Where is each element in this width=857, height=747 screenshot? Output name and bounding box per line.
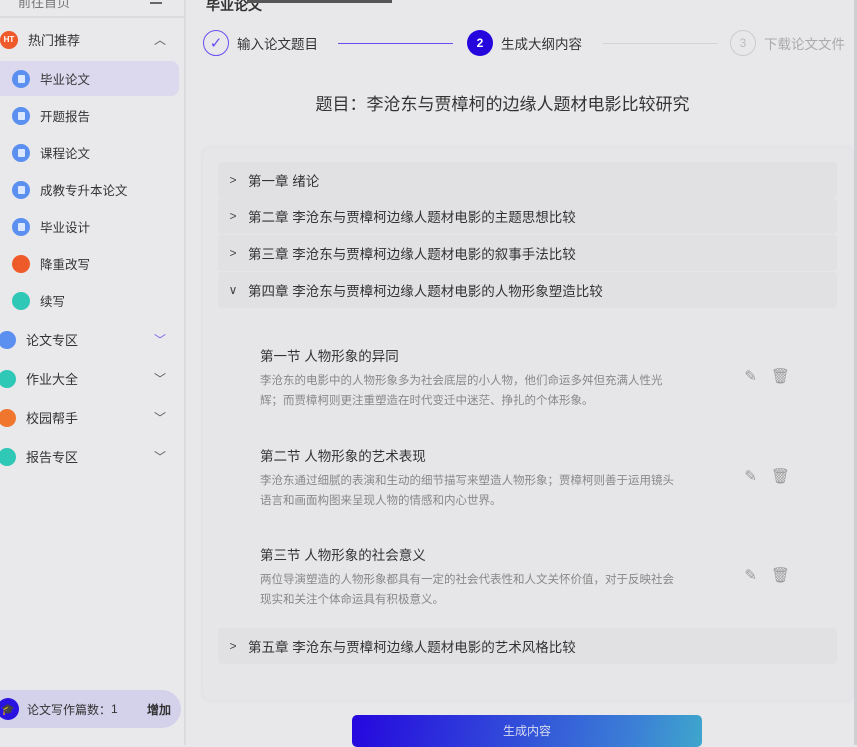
chevron-down-icon: ﹀ bbox=[153, 411, 166, 425]
section-title: 第一节 人物形象的异同 bbox=[260, 349, 399, 364]
fire-icon: HT bbox=[0, 30, 18, 49]
chapter-title: 第二章 李沧东与贾樟柯边缘人题材电影的主题思想比较 bbox=[248, 210, 576, 225]
section-desc: 两位导演塑造的人物形象都具有一定的社会代表性和人文关怀价值，对于反映社会现实和关… bbox=[260, 574, 674, 606]
step-number: 2 bbox=[467, 30, 493, 56]
document-icon bbox=[12, 143, 30, 162]
sidebar-item-graduation-design[interactable]: 毕业设计 bbox=[0, 209, 179, 244]
chevron-right-icon: > bbox=[229, 246, 237, 260]
step-3: 3 下载论文文件 bbox=[730, 30, 845, 56]
sidebar-item-rewrite[interactable]: 降重改写 bbox=[0, 246, 179, 281]
chevron-down-icon: ﹀ bbox=[153, 372, 166, 386]
home-link-label: 前往首页 bbox=[18, 0, 71, 10]
book-icon bbox=[0, 369, 16, 388]
trash-icon[interactable]: 🗑 bbox=[771, 467, 790, 485]
stepper: ✓ 输入论文题目 2 生成大纲内容 3 下载论文文件 bbox=[203, 30, 857, 60]
item-label: 降重改写 bbox=[40, 258, 91, 272]
chapter-row[interactable]: > 第三章 李沧东与贾樟柯边缘人题材电影的叙事手法比较 bbox=[218, 235, 837, 271]
section-item: 第一节 人物形象的异同李沧东的电影中的人物形象多为社会底层的小人物，他们命运多舛… bbox=[260, 345, 810, 411]
group-paper-zone[interactable]: 论文专区 ﹀ bbox=[0, 320, 184, 359]
item-label: 毕业设计 bbox=[40, 221, 91, 235]
group-label: 热门推荐 bbox=[28, 33, 81, 48]
chapter-title: 第五章 李沧东与贾樟柯边缘人题材电影的艺术风格比较 bbox=[248, 640, 576, 655]
document-icon bbox=[0, 330, 16, 349]
fire-icon bbox=[12, 254, 30, 273]
check-icon: ✓ bbox=[203, 30, 229, 56]
edit-icon[interactable]: ✎ bbox=[744, 467, 757, 485]
overlay-bar bbox=[247, 0, 392, 3]
sidebar-item-graduation-thesis[interactable]: 毕业论文 bbox=[0, 61, 179, 96]
sidebar-item-continue[interactable]: 续写 bbox=[0, 283, 179, 318]
document-icon bbox=[12, 217, 30, 236]
sidebar-item-course-paper[interactable]: 课程论文 bbox=[0, 135, 179, 170]
edit-icon[interactable]: ✎ bbox=[744, 566, 757, 584]
chapter-row[interactable]: > 第五章 李沧东与贾樟柯边缘人题材电影的艺术风格比较 bbox=[218, 628, 837, 664]
section-item: 第三节 人物形象的社会意义两位导演塑造的人物形象都具有一定的社会代表性和人文关怀… bbox=[260, 544, 810, 610]
sidebar-item-proposal[interactable]: 开题报告 bbox=[0, 98, 179, 133]
section-item: 第二节 人物形象的艺术表现李沧东通过细腻的表演和生动的细节描写来塑造人物形象；贾… bbox=[260, 445, 810, 511]
section-desc: 李沧东通过细腻的表演和生动的细节描写来塑造人物形象；贾樟柯则善于运用镜头语言和画… bbox=[260, 475, 674, 507]
group-label: 论文专区 bbox=[26, 333, 79, 348]
trash-icon[interactable]: 🗑 bbox=[771, 367, 790, 385]
chevron-up-icon: ︿ bbox=[153, 33, 166, 47]
chevron-down-icon: ﹀ bbox=[153, 333, 166, 347]
chevron-right-icon: > bbox=[229, 639, 237, 653]
chapter-title: 第四章 李沧东与贾樟柯边缘人题材电影的人物形象塑造比较 bbox=[248, 284, 603, 299]
edit-icon[interactable]: ✎ bbox=[744, 367, 757, 385]
book-icon bbox=[12, 291, 30, 310]
chapter-title: 第一章 绪论 bbox=[248, 174, 320, 189]
main-content: 毕业论文 ✓ 输入论文题目 2 生成大纲内容 3 下载论文文件 题目：李沧东与贾樟柯的… bbox=[188, 0, 857, 747]
chevron-right-icon: > bbox=[229, 173, 237, 187]
group-campus[interactable]: 校园帮手 ﹀ bbox=[0, 398, 184, 437]
group-label: 作业大全 bbox=[26, 372, 79, 387]
document-icon bbox=[12, 69, 30, 88]
outline-card: > 第一章 绪论 > 第二章 李沧东与贾樟柯边缘人题材电影的主题思想比较 > 第三章 … bbox=[203, 148, 853, 700]
collapse-icon[interactable] bbox=[150, 0, 162, 4]
item-label: 毕业论文 bbox=[40, 73, 91, 87]
document-icon bbox=[12, 106, 30, 125]
chapter-row-expanded[interactable]: ∨ 第四章 李沧东与贾樟柯边缘人题材电影的人物形象塑造比较 bbox=[218, 272, 837, 308]
item-label: 成教专升本论文 bbox=[40, 184, 128, 198]
step-label: 下载论文文件 bbox=[764, 37, 845, 52]
step-label: 输入论文题目 bbox=[237, 37, 318, 52]
home-link[interactable]: 前往首页 bbox=[0, 0, 184, 18]
book-icon bbox=[0, 447, 16, 466]
step-connector bbox=[603, 43, 718, 44]
writing-count: 🎓 论文写作篇数： 1 增加 bbox=[0, 690, 181, 728]
step-label: 生成大纲内容 bbox=[501, 37, 582, 52]
step-number: 3 bbox=[730, 30, 756, 56]
group-homework[interactable]: 作业大全 ﹀ bbox=[0, 359, 184, 398]
chapter-row[interactable]: > 第一章 绪论 bbox=[218, 162, 837, 198]
count-label: 论文写作篇数： bbox=[27, 702, 112, 717]
campus-icon bbox=[0, 408, 16, 427]
chevron-down-icon: ∨ bbox=[228, 283, 238, 297]
chapter-title: 第三章 李沧东与贾樟柯边缘人题材电影的叙事手法比较 bbox=[248, 247, 576, 262]
item-label: 课程论文 bbox=[40, 147, 91, 161]
count-value: 1 bbox=[111, 702, 118, 716]
group-label: 校园帮手 bbox=[26, 411, 79, 426]
step-connector bbox=[338, 43, 453, 44]
item-label: 续写 bbox=[40, 295, 66, 309]
group-report[interactable]: 报告专区 ﹀ bbox=[0, 437, 184, 476]
chevron-down-icon: ﹀ bbox=[153, 450, 166, 464]
trash-icon[interactable]: 🗑 bbox=[771, 566, 790, 584]
step-1: ✓ 输入论文题目 bbox=[203, 30, 318, 56]
group-label: 报告专区 bbox=[26, 450, 79, 465]
sidebar: 前往首页 HT 热门推荐 ︿ 毕业论文 开题报告 课程论文 成教专升本论文 毕业… bbox=[0, 0, 186, 745]
chevron-right-icon: > bbox=[229, 209, 237, 223]
group-hot[interactable]: HT 热门推荐 ︿ bbox=[0, 20, 184, 59]
generate-content-button[interactable]: 生成内容 bbox=[352, 715, 702, 747]
topic-title: 题目：李沧东与贾樟柯的边缘人题材电影比较研究 bbox=[315, 95, 690, 114]
sidebar-item-adult-edu[interactable]: 成教专升本论文 bbox=[0, 172, 179, 207]
graduation-cap-icon: 🎓 bbox=[0, 698, 19, 720]
item-label: 开题报告 bbox=[40, 110, 91, 124]
chapter-row[interactable]: > 第二章 李沧东与贾樟柯边缘人题材电影的主题思想比较 bbox=[218, 198, 837, 234]
document-icon bbox=[12, 180, 30, 199]
add-button[interactable]: 增加 bbox=[147, 701, 171, 718]
section-desc: 李沧东的电影中的人物形象多为社会底层的小人物，他们命运多舛但充满人性光辉；而贾樟… bbox=[260, 375, 663, 407]
section-title: 第三节 人物形象的社会意义 bbox=[260, 548, 426, 563]
section-title: 第二节 人物形象的艺术表现 bbox=[260, 449, 426, 464]
step-2: 2 生成大纲内容 bbox=[467, 30, 582, 56]
